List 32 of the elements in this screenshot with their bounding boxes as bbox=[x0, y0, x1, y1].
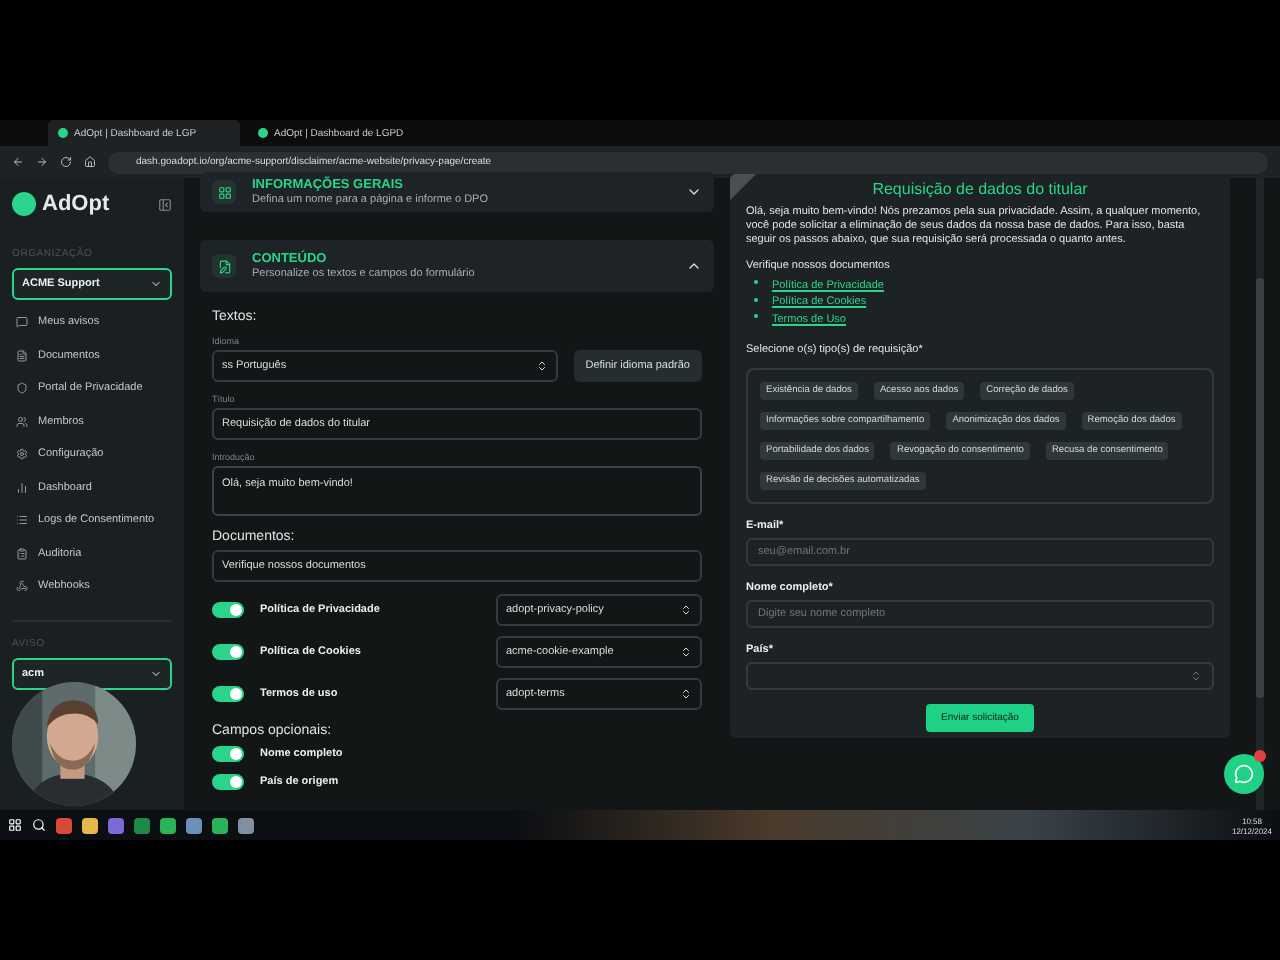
document-icon bbox=[16, 349, 28, 362]
chevron-down-icon bbox=[150, 667, 162, 679]
chevron-up-icon bbox=[686, 258, 702, 274]
preview-title: Requisição de dados do titular bbox=[870, 180, 1090, 198]
collapse-icon[interactable] bbox=[158, 197, 172, 211]
home-icon[interactable] bbox=[84, 156, 96, 168]
toggle-switch[interactable] bbox=[212, 774, 244, 790]
message-icon bbox=[16, 316, 28, 329]
toggle-switch[interactable] bbox=[212, 746, 244, 762]
chevron-down-icon bbox=[150, 278, 162, 290]
start-icon[interactable] bbox=[8, 818, 22, 832]
bar-chart-icon bbox=[16, 481, 28, 494]
users-icon bbox=[16, 415, 28, 428]
scrollbar[interactable] bbox=[1256, 178, 1264, 810]
shield-icon bbox=[16, 382, 28, 395]
search-icon[interactable] bbox=[32, 818, 46, 832]
logo-text: AdOpt bbox=[42, 192, 112, 216]
webhook-icon bbox=[16, 580, 28, 593]
clipboard-icon bbox=[16, 547, 28, 560]
toggle-switch[interactable] bbox=[212, 686, 244, 702]
list-icon bbox=[16, 514, 28, 527]
reload-icon[interactable] bbox=[60, 156, 72, 168]
grid-icon bbox=[212, 180, 236, 204]
toggle-switch[interactable] bbox=[212, 644, 244, 660]
toggle-switch[interactable] bbox=[212, 602, 244, 618]
chevron-down-icon bbox=[686, 184, 702, 200]
logo-icon bbox=[12, 192, 36, 216]
settings-icon bbox=[16, 448, 28, 461]
edit-icon bbox=[212, 254, 236, 278]
forward-icon[interactable] bbox=[36, 156, 48, 168]
chat-icon bbox=[1234, 764, 1254, 784]
back-icon[interactable] bbox=[12, 156, 24, 168]
